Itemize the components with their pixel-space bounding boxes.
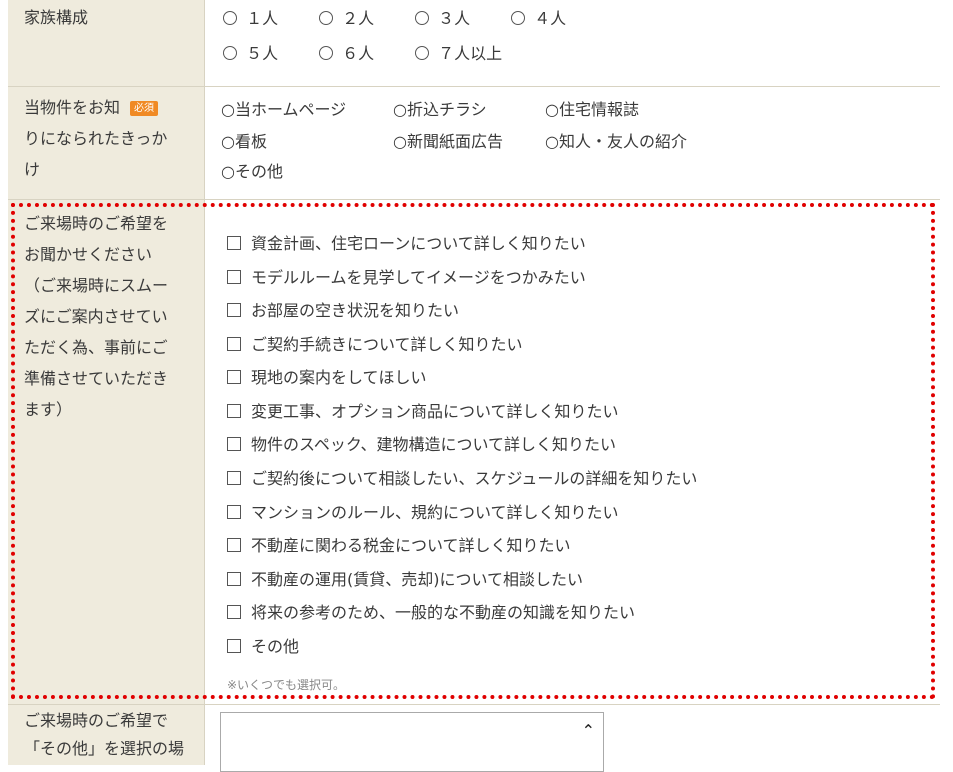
- source-label-line3: け: [24, 160, 41, 179]
- wish-checkbox-item[interactable]: 資金計画、住宅ローンについて詳しく知りたい: [227, 232, 586, 256]
- source-options: ○当ホームページ ○折込チラシ ○住宅情報誌 ○看板 ○新聞紙面広告 ○知人・友…: [204, 87, 940, 199]
- wish-checkbox-item[interactable]: その他: [227, 635, 299, 659]
- checkbox-icon[interactable]: [227, 538, 241, 552]
- source-option-referral[interactable]: ○知人・友人の紹介: [545, 131, 687, 153]
- family-options: １人 ２人 ３人 ４人 ５人 ６人 ７人以上: [204, 0, 940, 86]
- radio-icon[interactable]: [415, 11, 429, 25]
- source-label-line1: 当物件をお知: [24, 98, 121, 117]
- source-option-signboard[interactable]: ○看板: [221, 131, 267, 153]
- checkbox-icon[interactable]: [227, 639, 241, 653]
- wish-checkbox-item[interactable]: 不動産の運用(賃貸、売却)について相談したい: [227, 568, 583, 592]
- radio-icon[interactable]: [319, 11, 333, 25]
- multi-select-note: ※いくつでも選択可。: [227, 678, 346, 692]
- other-textarea[interactable]: ⌃: [220, 712, 604, 772]
- source-option-homepage[interactable]: ○当ホームページ: [221, 99, 346, 121]
- wish-checkbox-item[interactable]: ご契約手続きについて詳しく知りたい: [227, 333, 523, 357]
- source-option-magazine[interactable]: ○住宅情報誌: [545, 99, 639, 121]
- checkbox-icon[interactable]: [227, 236, 241, 250]
- family-option-2[interactable]: ２人: [319, 8, 374, 30]
- checkbox-icon[interactable]: [227, 505, 241, 519]
- family-label-cell: 家族構成: [8, 0, 204, 86]
- checkbox-icon[interactable]: [227, 404, 241, 418]
- wishes-label-line: ます）: [24, 400, 73, 419]
- wishes-checkbox-list: 資金計画、住宅ローンについて詳しく知りたい モデルルームを見学してイメージをつか…: [204, 200, 940, 704]
- radio-icon[interactable]: [223, 11, 237, 25]
- wish-checkbox-item[interactable]: 現地の案内をしてほしい: [227, 366, 427, 390]
- radio-icon[interactable]: [319, 46, 333, 60]
- family-label: 家族構成: [24, 8, 89, 27]
- family-row: 家族構成 １人 ２人 ３人 ４人 ５人 ６人 ７人以上: [8, 0, 940, 87]
- other-label-line2: 「その他」を選択の場: [24, 739, 185, 758]
- required-badge: 必須: [130, 101, 159, 116]
- family-option-6[interactable]: ６人: [319, 43, 374, 65]
- wishes-label-line: （ご来場時にスムー: [24, 276, 169, 295]
- checkbox-icon[interactable]: [227, 437, 241, 451]
- source-row: 当物件をお知 必須 りになられたきっか け ○当ホームページ ○折込チラシ ○住宅…: [8, 87, 940, 200]
- family-option-4[interactable]: ４人: [511, 8, 566, 30]
- radio-icon[interactable]: [223, 46, 237, 60]
- wish-checkbox-item[interactable]: 不動産に関わる税金について詳しく知りたい: [227, 534, 571, 558]
- wishes-label-line: ご来場時のご希望を: [24, 214, 169, 233]
- source-label-cell: 当物件をお知 必須 りになられたきっか け: [8, 87, 204, 199]
- wish-checkbox-item[interactable]: ご契約後について相談したい、スケジュールの詳細を知りたい: [227, 467, 697, 491]
- checkbox-icon[interactable]: [227, 605, 241, 619]
- checkbox-icon[interactable]: [227, 370, 241, 384]
- other-label-cell: ご来場時のご希望で 「その他」を選択の場: [8, 705, 204, 765]
- checkbox-icon[interactable]: [227, 337, 241, 351]
- scroll-up-icon[interactable]: ⌃: [582, 721, 595, 740]
- wish-checkbox-item[interactable]: モデルルームを見学してイメージをつかみたい: [227, 266, 586, 290]
- checkbox-icon[interactable]: [227, 572, 241, 586]
- wishes-label-line: 準備させていただき: [24, 369, 169, 388]
- wish-checkbox-item[interactable]: 物件のスペック、建物構造について詳しく知りたい: [227, 433, 616, 457]
- checkbox-icon[interactable]: [227, 303, 241, 317]
- source-label-line2: りになられたきっか: [24, 129, 168, 148]
- wishes-label-line: ただく為、事前にご: [24, 338, 168, 357]
- wishes-label-line: ズにご案内させてい: [24, 307, 168, 326]
- wish-checkbox-item[interactable]: 将来の参考のため、一般的な不動産の知識を知りたい: [227, 601, 635, 625]
- family-option-7[interactable]: ７人以上: [415, 43, 502, 65]
- radio-icon[interactable]: [511, 11, 525, 25]
- wish-checkbox-item[interactable]: マンションのルール、規約について詳しく知りたい: [227, 501, 619, 525]
- family-option-1[interactable]: １人: [223, 8, 278, 30]
- source-option-newspaper[interactable]: ○新聞紙面広告: [393, 131, 503, 153]
- checkbox-icon[interactable]: [227, 270, 241, 284]
- family-option-5[interactable]: ５人: [223, 43, 278, 65]
- radio-icon[interactable]: [415, 46, 429, 60]
- wishes-label-line: お聞かせください: [24, 245, 153, 264]
- wish-checkbox-item[interactable]: 変更工事、オプション商品について詳しく知りたい: [227, 400, 619, 424]
- source-option-other[interactable]: ○その他: [221, 161, 283, 183]
- wish-checkbox-item[interactable]: お部屋の空き状況を知りたい: [227, 299, 459, 323]
- checkbox-icon[interactable]: [227, 471, 241, 485]
- family-option-3[interactable]: ３人: [415, 8, 470, 30]
- source-option-flyer[interactable]: ○折込チラシ: [393, 99, 487, 121]
- wishes-label-cell: ご来場時のご希望を お聞かせください （ご来場時にスムー ズにご案内させてい た…: [8, 200, 204, 704]
- wishes-row: ご来場時のご希望を お聞かせください （ご来場時にスムー ズにご案内させてい た…: [8, 200, 940, 705]
- other-label-line1: ご来場時のご希望で: [24, 711, 169, 730]
